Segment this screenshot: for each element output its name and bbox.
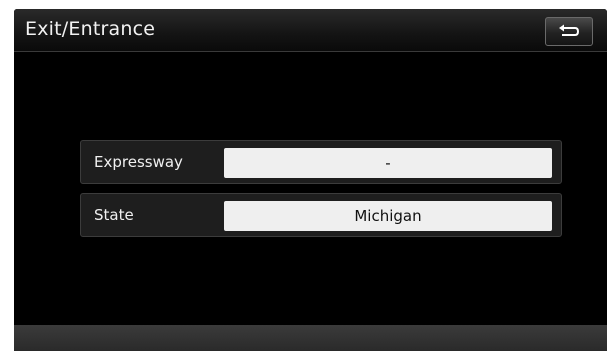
return-arrow-icon	[557, 24, 581, 40]
state-row[interactable]: State Michigan	[80, 193, 562, 237]
back-button[interactable]	[545, 17, 593, 46]
expressway-row[interactable]: Expressway -	[80, 140, 562, 184]
footer-bar	[14, 325, 607, 351]
expressway-value[interactable]: -	[224, 148, 552, 178]
header-bar: Exit/Entrance	[14, 9, 607, 52]
nav-screen: Exit/Entrance Expressway - State Michiga…	[14, 9, 607, 351]
expressway-label: Expressway	[94, 153, 183, 171]
state-label: State	[94, 206, 134, 224]
page-title: Exit/Entrance	[25, 18, 156, 40]
state-value[interactable]: Michigan	[224, 201, 552, 231]
